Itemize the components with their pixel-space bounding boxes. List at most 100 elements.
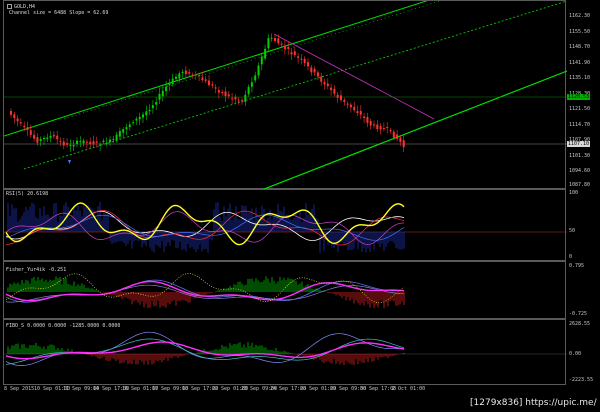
channel-info: Channel size = 6488 Slope = 62.69 <box>9 10 109 16</box>
price-tick: 1121.50 <box>569 106 591 112</box>
price-pane[interactable]: GOLD,H4 Channel size = 6488 Slope = 62.6… <box>3 0 567 190</box>
candle-body <box>132 122 135 124</box>
fibo-chart <box>4 331 567 366</box>
candle-body <box>33 134 36 139</box>
candle-body <box>69 144 72 146</box>
candle-body <box>264 48 267 59</box>
candle-body <box>389 130 392 132</box>
candle-body <box>191 74 194 76</box>
candle-body <box>363 116 366 119</box>
candle-body <box>270 37 273 39</box>
channel-upper-line <box>4 1 428 137</box>
candle-body <box>257 65 260 76</box>
candle-body <box>89 141 92 145</box>
candle-body <box>333 88 336 94</box>
candle-body <box>13 114 16 119</box>
candle-body <box>102 140 105 142</box>
rsi-level-100: 100 <box>569 190 579 196</box>
candle-body <box>260 56 263 65</box>
candle-body <box>326 83 329 87</box>
candle-body <box>99 144 102 146</box>
rsi-label: RSI(5) 20.6198 <box>6 191 49 197</box>
time-tick: 8 Sep 2015 <box>4 386 35 392</box>
fibo-pane[interactable]: FIBO_S 0.0000 0.0000 -1285.0000 0.0000 <box>3 319 567 385</box>
candle-body <box>128 124 131 128</box>
candle-body <box>290 52 293 55</box>
current-price-tag: 1107.10 <box>567 141 591 147</box>
candle-body <box>125 127 128 130</box>
candle-body <box>142 114 144 118</box>
candle-body <box>16 118 19 122</box>
candle-body <box>43 137 45 140</box>
candle-body <box>165 86 168 92</box>
candle-body <box>277 38 280 44</box>
candle-body <box>241 100 243 102</box>
price-tick: 1101.30 <box>569 153 591 159</box>
candle-body <box>62 141 65 146</box>
candle-body <box>234 96 237 100</box>
candle-body <box>323 82 326 85</box>
candle-body <box>118 131 121 137</box>
fisher-pane[interactable]: Fisher_Yur4ik -0.251 <box>3 261 566 319</box>
candle-body <box>303 58 306 63</box>
price-tick: 1162.30 <box>569 13 591 19</box>
candle-body <box>19 122 22 124</box>
candle-body <box>122 129 125 133</box>
candle-body <box>76 140 78 144</box>
candle-body <box>148 109 151 112</box>
candle-body <box>227 94 230 97</box>
candle-body <box>280 43 283 45</box>
candle-body <box>402 140 405 148</box>
time-tick: 30 Sep 17:00 <box>360 386 397 392</box>
candle-body <box>66 143 69 145</box>
candle-body <box>145 111 148 116</box>
candle-body <box>392 131 395 138</box>
rsi-pane[interactable]: RSI(5) 20.6198 <box>3 189 567 261</box>
candle-body <box>204 79 207 81</box>
price-axis[interactable]: 1162.30 1155.50 1148.70 1141.90 1135.10 … <box>567 0 600 394</box>
candle-body <box>59 141 62 143</box>
fisher-level-bottom: -0.725 <box>569 311 588 317</box>
candle-body <box>171 78 174 84</box>
arrow-marker <box>68 160 71 164</box>
candle-body <box>346 103 349 105</box>
candle-body <box>293 51 296 56</box>
candle-body <box>353 106 356 111</box>
candle-body <box>155 101 158 105</box>
candle-body <box>95 141 98 143</box>
price-tick: 1114.70 <box>569 122 591 128</box>
candle-body <box>399 137 402 142</box>
fibo-level-bottom: -2223.55 <box>569 377 594 383</box>
candle-body <box>221 92 224 94</box>
candle-body <box>359 111 362 115</box>
watermark: [1279x836] https://upic.me/ <box>470 397 597 409</box>
price-tick: 1094.60 <box>569 168 591 174</box>
candle-body <box>274 38 276 42</box>
candle-body <box>168 82 171 86</box>
candle-body <box>376 124 379 130</box>
fisher-label: Fisher_Yur4ik -0.251 <box>6 267 67 273</box>
candle-body <box>343 99 346 102</box>
candle-body <box>46 137 49 140</box>
candle-body <box>105 142 108 144</box>
candle-body <box>366 117 369 123</box>
candle-body <box>201 77 204 81</box>
candle-body <box>181 71 184 73</box>
candle-body <box>307 62 309 67</box>
candle-body <box>82 140 85 144</box>
candle-body <box>214 87 217 89</box>
fisher-level-top: 0.795 <box>569 263 585 269</box>
candle-body <box>56 135 59 140</box>
candle-body <box>175 76 177 79</box>
candle-body <box>85 141 88 143</box>
candle-body <box>79 141 82 143</box>
candle-body <box>217 90 220 93</box>
candle-body <box>244 94 247 102</box>
candle-body <box>211 84 214 86</box>
candle-body <box>224 91 227 97</box>
candle-body <box>382 128 385 130</box>
candle-body <box>349 104 352 108</box>
price-tick: 1141.90 <box>569 60 591 66</box>
fibo-level-top: 2628.55 <box>569 321 591 327</box>
candle-body <box>39 138 42 141</box>
